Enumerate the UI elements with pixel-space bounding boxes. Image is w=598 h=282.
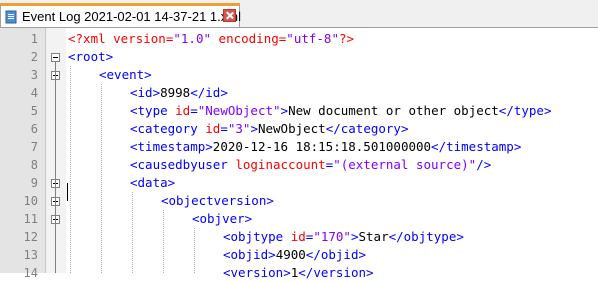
- code-token: </objtype>: [388, 229, 464, 244]
- code-line: <category id="3">NewObject</category>: [130, 120, 409, 138]
- tab-title: Event Log 2021-02-01 14-37-21 1.xml: [22, 9, 241, 24]
- code-line: <objectversion>: [161, 192, 274, 210]
- code-token: </type>: [498, 103, 552, 118]
- fold-line: [55, 62, 56, 273]
- code-token: >: [250, 121, 258, 136]
- line-number: 1: [30, 32, 38, 46]
- code-token: loginaccount: [235, 157, 326, 172]
- code-line: <objver>: [192, 210, 252, 228]
- code-token: </category>: [325, 121, 409, 136]
- line-number: 7: [30, 140, 38, 154]
- code-token: ?>: [338, 31, 355, 46]
- code-token: />: [476, 157, 492, 172]
- code-token: 8998: [160, 85, 191, 100]
- code-token: =: [220, 121, 228, 136]
- code-token: 4900: [275, 247, 306, 262]
- code-token: </timestamp>: [431, 139, 522, 154]
- line-number: 14: [23, 266, 38, 280]
- code-line: <event>: [99, 66, 152, 84]
- code-token: <objid>: [223, 247, 276, 262]
- code-token: "170": [313, 229, 351, 244]
- code-line: <timestamp>2020-12-16 18:15:18.501000000…: [130, 138, 521, 156]
- line-number: 6: [30, 122, 38, 136]
- close-icon[interactable]: [223, 9, 236, 22]
- code-line: <version>1</version>: [223, 264, 374, 282]
- code-token: <data>: [130, 175, 176, 190]
- indent-guide: [101, 84, 102, 273]
- code-token: <?xml: [68, 31, 114, 46]
- code-token: encoding: [218, 31, 279, 46]
- code-token: "NewObject": [197, 103, 281, 118]
- code-token: New document or other object: [288, 103, 499, 118]
- code-token: </id>: [190, 85, 228, 100]
- code-line: <data>: [130, 174, 175, 192]
- code-line: <type id="NewObject">New document or oth…: [130, 102, 551, 120]
- indent-guide: [132, 192, 133, 273]
- code-token: "1.0": [173, 31, 212, 46]
- code-token: <objectversion>: [161, 193, 274, 208]
- line-number: 4: [30, 86, 38, 100]
- code-token: >: [280, 103, 289, 118]
- file-icon: [4, 9, 18, 24]
- fold-toggle-icon[interactable]: [51, 53, 60, 62]
- code-line: <objtype id="170">Star</objtype>: [223, 228, 464, 246]
- code-token: <timestamp>: [130, 139, 213, 154]
- code-token: <event>: [99, 67, 152, 82]
- code-line: <objid>4900</objid>: [223, 246, 366, 264]
- line-number: 5: [30, 104, 38, 118]
- code-token: id: [205, 121, 221, 136]
- code-line: <causedbyuser loginaccount="(external so…: [130, 156, 491, 174]
- code-token: 2020-12-16 18:15:18.501000000: [212, 139, 432, 154]
- code-token: </objid>: [305, 247, 367, 262]
- code-line: <root>: [68, 48, 113, 66]
- line-number: 12: [23, 230, 38, 244]
- line-number: 9: [30, 176, 38, 190]
- line-number: 8: [30, 158, 38, 172]
- code-token: "3": [227, 121, 251, 136]
- line-number: 13: [23, 248, 38, 262]
- code-token: "utf-8": [286, 31, 339, 46]
- fold-margin[interactable]: [46, 28, 66, 273]
- code-token: "(external source)": [333, 157, 477, 172]
- code-token: Star: [358, 229, 389, 244]
- tab-bar: Event Log 2021-02-01 14-37-21 1.xml: [0, 0, 598, 28]
- indent-guide: [70, 66, 71, 273]
- text-caret: [67, 183, 68, 201]
- code-token: <objver>: [192, 211, 253, 226]
- code-line: <?xml version="1.0" encoding="utf-8"?>: [68, 30, 354, 48]
- code-token: >: [350, 229, 359, 244]
- code-token: <type: [130, 103, 176, 118]
- code-token: <category: [130, 121, 206, 136]
- code-token: <objtype: [223, 229, 291, 244]
- code-token: version: [113, 31, 166, 46]
- code-token: <id>: [130, 85, 161, 100]
- line-number: 2: [30, 50, 38, 64]
- indent-guide: [194, 228, 195, 273]
- code-token: NewObject: [257, 121, 326, 136]
- code-token: =: [190, 103, 198, 118]
- code-token: id: [175, 103, 191, 118]
- line-number: 10: [23, 194, 38, 208]
- line-number: 11: [23, 212, 38, 226]
- code-token: <causedbyuser: [130, 157, 236, 172]
- line-number: 3: [30, 68, 38, 82]
- code-line: <id>8998</id>: [130, 84, 228, 102]
- code-token: id: [290, 229, 306, 244]
- indent-guide: [163, 210, 164, 273]
- code-token: <root>: [68, 49, 114, 64]
- tab-event-log[interactable]: Event Log 2021-02-01 14-37-21 1.xml: [0, 3, 241, 27]
